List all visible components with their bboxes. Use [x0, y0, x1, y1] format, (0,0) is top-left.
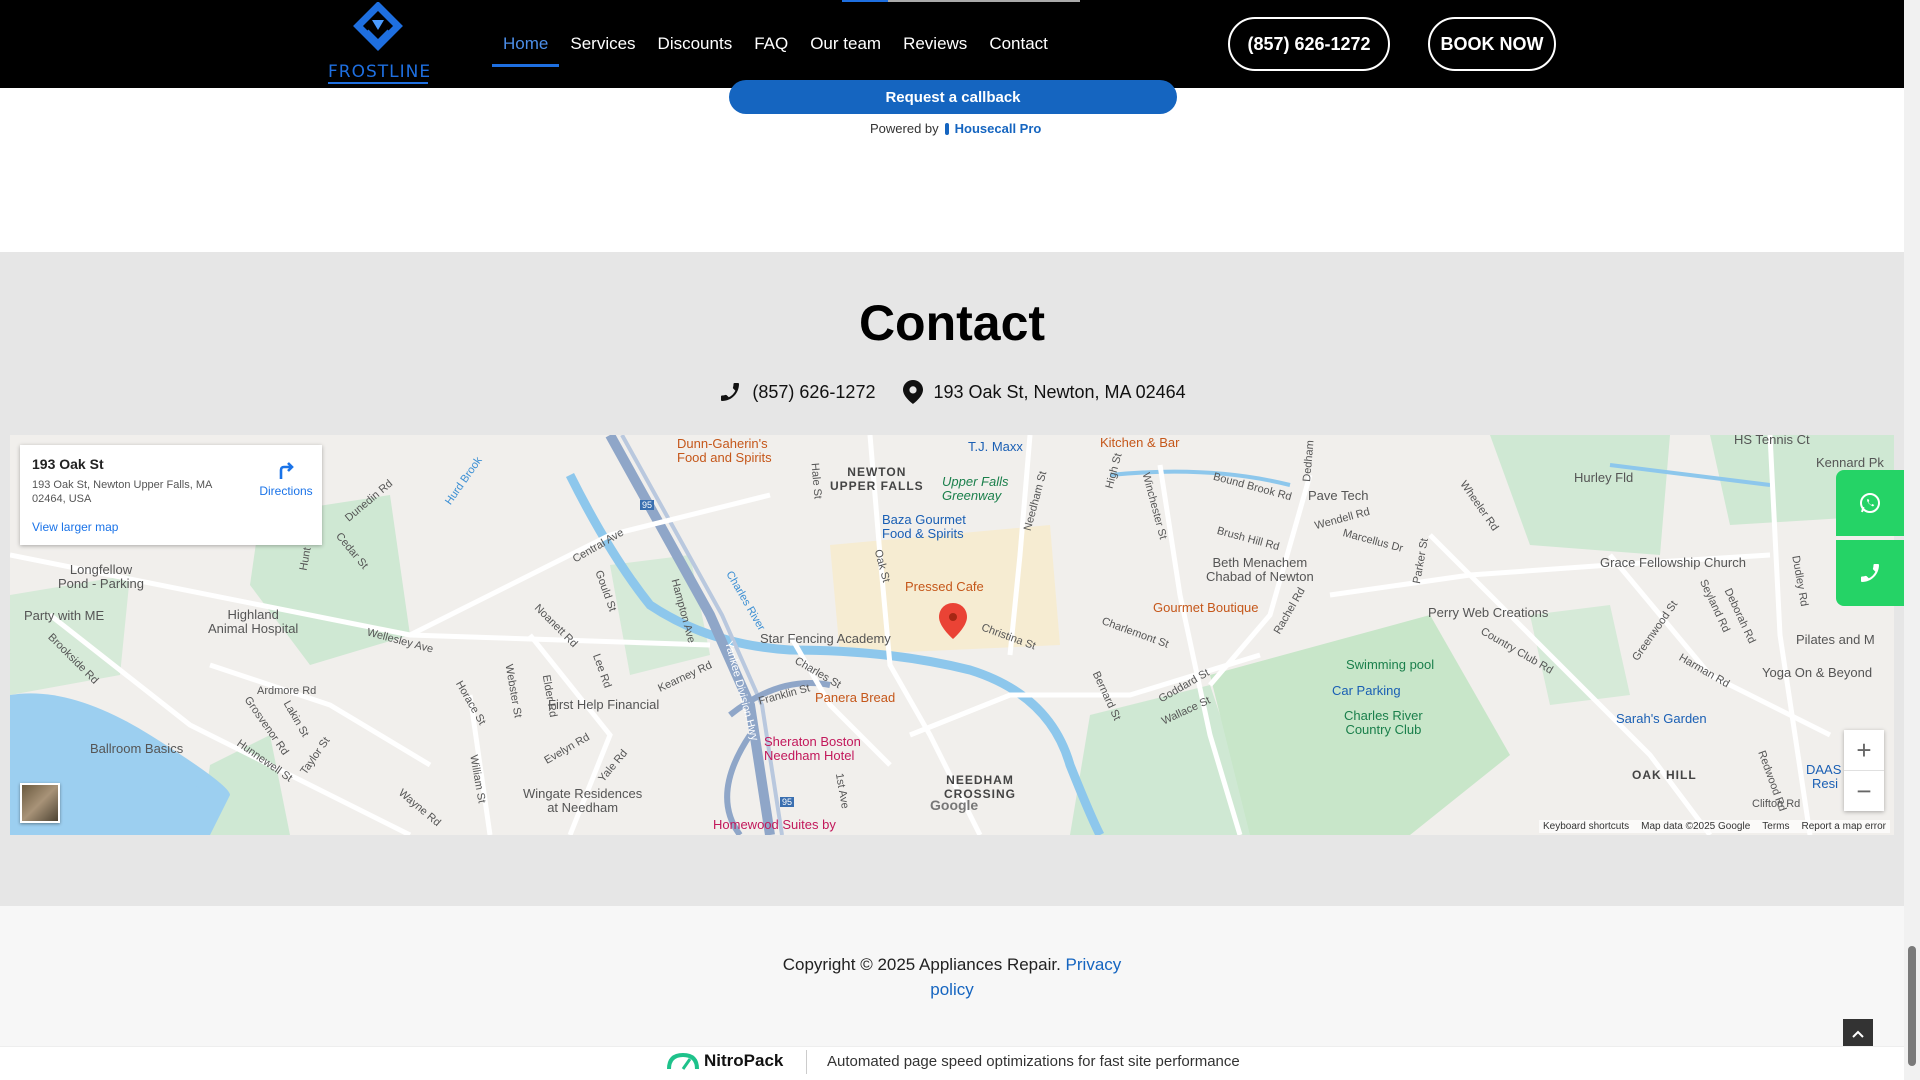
- page-scrollbar[interactable]: [1904, 0, 1920, 1080]
- contact-title: Contact: [858, 295, 1046, 351]
- google-logo: Google: [930, 797, 979, 813]
- nav-our-team[interactable]: Our team: [799, 0, 892, 88]
- map-label-charles-river-cc[interactable]: Charles River Country Club: [1344, 709, 1423, 737]
- map-label-car-parking[interactable]: Car Parking: [1332, 683, 1401, 698]
- map-label-kitchen[interactable]: Kitchen & Bar: [1100, 435, 1180, 450]
- map-label-pave-tech[interactable]: Pave Tech: [1308, 488, 1368, 503]
- whatsapp-icon: [1860, 493, 1880, 513]
- powered-by-label: Powered by: [870, 121, 939, 136]
- directions-icon: [279, 462, 294, 479]
- map-label-ballroom[interactable]: Ballroom Basics: [90, 741, 183, 756]
- map-label-wingate[interactable]: Wingate Residences at Needham: [523, 787, 642, 815]
- nav-discounts[interactable]: Discounts: [647, 0, 744, 88]
- map-card-name: 193 Oak St: [32, 456, 104, 472]
- call-button[interactable]: [1836, 540, 1904, 606]
- main-nav: Home Services Discounts FAQ Our team Rev…: [492, 0, 1059, 88]
- location-pin-icon: [903, 380, 924, 404]
- nitropack-brand: NitroPack: [704, 1051, 784, 1070]
- map-label-swimming[interactable]: Swimming pool: [1346, 657, 1434, 672]
- map-label-highland[interactable]: Highland Animal Hospital: [208, 608, 298, 636]
- zoom-out-button[interactable]: −: [1844, 771, 1884, 811]
- nitropack-separator: [806, 1050, 807, 1074]
- report-error-link[interactable]: Report a map error: [1802, 821, 1886, 832]
- map-label-hurley: Hurley Fld: [1574, 470, 1634, 485]
- nav-contact[interactable]: Contact: [978, 0, 1059, 88]
- nav-home[interactable]: Home: [492, 0, 560, 88]
- map-label-tjmaxx[interactable]: T.J. Maxx: [968, 439, 1023, 454]
- nav-faq[interactable]: FAQ: [743, 0, 799, 88]
- logo-diamond-icon: [353, 1, 403, 51]
- phone-icon: [1861, 564, 1879, 582]
- map-label-ardmore: Ardmore Rd: [257, 685, 317, 697]
- back-to-top-button[interactable]: [1843, 1019, 1873, 1049]
- map-label-baza[interactable]: Baza Gourmet Food & Spirits: [882, 513, 966, 541]
- nitropack-logo[interactable]: NitroPack: [666, 1051, 783, 1071]
- terms-link[interactable]: Terms: [1762, 821, 1789, 832]
- view-larger-map-link[interactable]: View larger map: [32, 520, 118, 534]
- logo-text: FROSTLINE: [328, 62, 432, 84]
- scrollbar-thumb[interactable]: [1908, 946, 1916, 1066]
- map-label-daas[interactable]: DAAS: [1806, 762, 1841, 777]
- map-label-pilates[interactable]: Pilates and M: [1796, 632, 1875, 647]
- map-label-i95-a: 95: [640, 500, 655, 510]
- whatsapp-button[interactable]: [1836, 470, 1904, 536]
- map-label-upper-falls-greenway: Upper Falls Greenway: [942, 474, 1009, 503]
- map-label-yoga[interactable]: Yoga On & Beyond: [1762, 665, 1872, 680]
- map-label-panera[interactable]: Panera Bread: [815, 690, 895, 705]
- map-label-homewood[interactable]: Homewood Suites by: [713, 817, 836, 832]
- directions-button[interactable]: Directions: [256, 459, 316, 498]
- map-label-longfellow[interactable]: Longfellow Pond - Parking: [58, 563, 144, 591]
- housecall-pro-icon: [944, 122, 949, 135]
- map-attribution: Keyboard shortcuts Map data ©2025 Google…: [1538, 820, 1890, 833]
- nav-services[interactable]: Services: [559, 0, 646, 88]
- map-label-newton-upper-falls: NEWTON UPPER FALLS: [830, 465, 924, 493]
- map-label-sarahs[interactable]: Sarah's Garden: [1616, 711, 1707, 726]
- request-callback-button[interactable]: Request a callback: [729, 80, 1177, 114]
- site-header: FROSTLINE Home Services Discounts FAQ Ou…: [0, 0, 1904, 88]
- map-label-party[interactable]: Party with ME: [24, 608, 104, 623]
- contact-info: (857) 626-1272 193 Oak St, Newton, MA 02…: [0, 380, 1904, 404]
- map-label-gourmet-boutique[interactable]: Gourmet Boutique: [1153, 600, 1259, 615]
- contact-phone[interactable]: (857) 626-1272: [718, 380, 875, 404]
- map-data-text: Map data ©2025 Google: [1641, 821, 1751, 832]
- map-label-i95-b: 95: [780, 797, 795, 807]
- map-zoom-controls: + −: [1844, 730, 1884, 811]
- map-label-pressed-cafe[interactable]: Pressed Cafe: [905, 579, 984, 594]
- nav-reviews[interactable]: Reviews: [892, 0, 978, 88]
- header-phone-button[interactable]: (857) 626-1272: [1228, 17, 1390, 71]
- copyright-text: Copyright © 2025 Appliances Repair.: [782, 955, 1061, 974]
- copyright: Copyright © 2025 Appliances Repair. Priv…: [0, 952, 1904, 1002]
- map-label-perry[interactable]: Perry Web Creations: [1428, 605, 1548, 620]
- nitropack-icon: [667, 1052, 699, 1070]
- phone-icon: [721, 383, 740, 401]
- nitropack-text: Automated page speed optimizations for f…: [827, 1053, 1240, 1070]
- contact-phone-text: (857) 626-1272: [752, 381, 876, 402]
- map-label-dunn[interactable]: Dunn-Gaherin's Food and Spirits: [677, 437, 772, 465]
- map-label-hs-tennis[interactable]: HS Tennis Ct: [1734, 435, 1810, 447]
- map-card-address: 193 Oak St, Newton Upper Falls, MA 02464…: [32, 479, 212, 505]
- keyboard-shortcuts-link[interactable]: Keyboard shortcuts: [1543, 821, 1629, 832]
- contact-address-text: 193 Oak St, Newton, MA 02464: [933, 381, 1186, 402]
- frostline-logo[interactable]: FROSTLINE: [328, 1, 432, 86]
- powered-by: Powered by Housecall Pro: [870, 121, 1041, 136]
- satellite-toggle[interactable]: [20, 783, 60, 823]
- google-map[interactable]: Dunn-Gaherin's Food and Spirits NEWTON U…: [10, 435, 1894, 835]
- map-label-kennard: Kennard Pk: [1816, 455, 1884, 470]
- zoom-in-button[interactable]: +: [1844, 730, 1884, 770]
- map-label-resi[interactable]: Resi: [1812, 776, 1838, 791]
- contact-address: 193 Oak St, Newton, MA 02464: [903, 380, 1186, 404]
- chevron-up-icon: [1852, 1030, 1864, 1038]
- map-label-beth-menachem[interactable]: Beth Menachem Chabad of Newton: [1206, 556, 1314, 584]
- map-info-card: 193 Oak St 193 Oak St, Newton Upper Fall…: [20, 445, 322, 545]
- map-label-first-help[interactable]: First Help Financial: [548, 697, 659, 712]
- map-label-star-fencing[interactable]: Star Fencing Academy: [760, 631, 891, 646]
- map-label-oak-hill: OAK HILL: [1632, 768, 1697, 782]
- housecall-pro-link[interactable]: Housecall Pro: [955, 121, 1042, 136]
- directions-label: Directions: [259, 484, 313, 498]
- map-label-sheraton[interactable]: Sheraton Boston Needham Hotel: [764, 735, 861, 763]
- map-label-grace[interactable]: Grace Fellowship Church: [1600, 555, 1746, 570]
- book-now-button[interactable]: BOOK NOW: [1428, 17, 1556, 71]
